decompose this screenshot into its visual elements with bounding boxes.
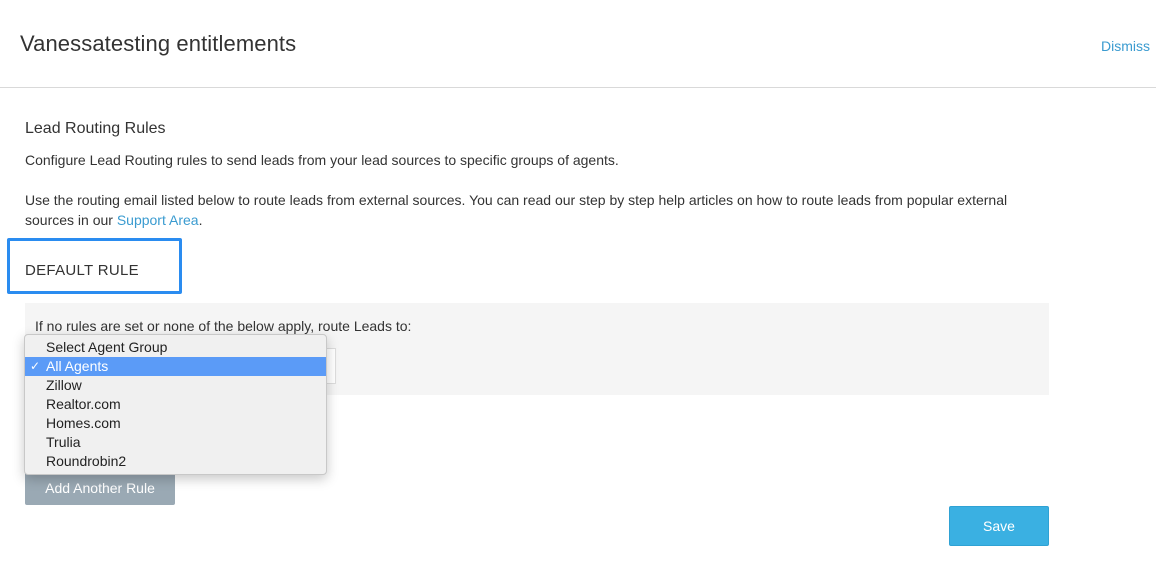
dropdown-option[interactable]: Roundrobin2 [25, 452, 326, 471]
routing-help-text-end: . [198, 212, 203, 228]
dismiss-link[interactable]: Dismiss [1101, 38, 1150, 54]
checkmark-icon: ✓ [30, 359, 41, 373]
page: Vanessatesting entitlements Dismiss Lead… [0, 0, 1156, 578]
add-another-rule-button[interactable]: Add Another Rule [25, 470, 175, 505]
routing-help-text: Use the routing email listed below to ro… [25, 190, 1025, 230]
dropdown-option[interactable]: Select Agent Group [25, 338, 326, 357]
page-title: Vanessatesting entitlements [20, 31, 297, 56]
section-title: Lead Routing Rules [25, 120, 166, 137]
dropdown-option[interactable]: Realtor.com [25, 395, 326, 414]
support-area-link[interactable]: Support Area [117, 212, 199, 228]
dropdown-option[interactable]: Homes.com [25, 414, 326, 433]
default-rule-heading: DEFAULT RULE [25, 262, 139, 279]
modal-header: Vanessatesting entitlements Dismiss [0, 0, 1156, 88]
dropdown-option[interactable]: Trulia [25, 433, 326, 452]
agent-group-dropdown[interactable]: Select Agent Group ✓ All Agents Zillow Re… [24, 334, 327, 475]
dropdown-option-selected[interactable]: ✓ All Agents [25, 357, 326, 376]
intro-text: Configure Lead Routing rules to send lea… [25, 152, 619, 168]
save-button[interactable]: Save [949, 506, 1049, 546]
dropdown-option[interactable]: Zillow [25, 376, 326, 395]
default-rule-description: If no rules are set or none of the below… [35, 318, 412, 334]
